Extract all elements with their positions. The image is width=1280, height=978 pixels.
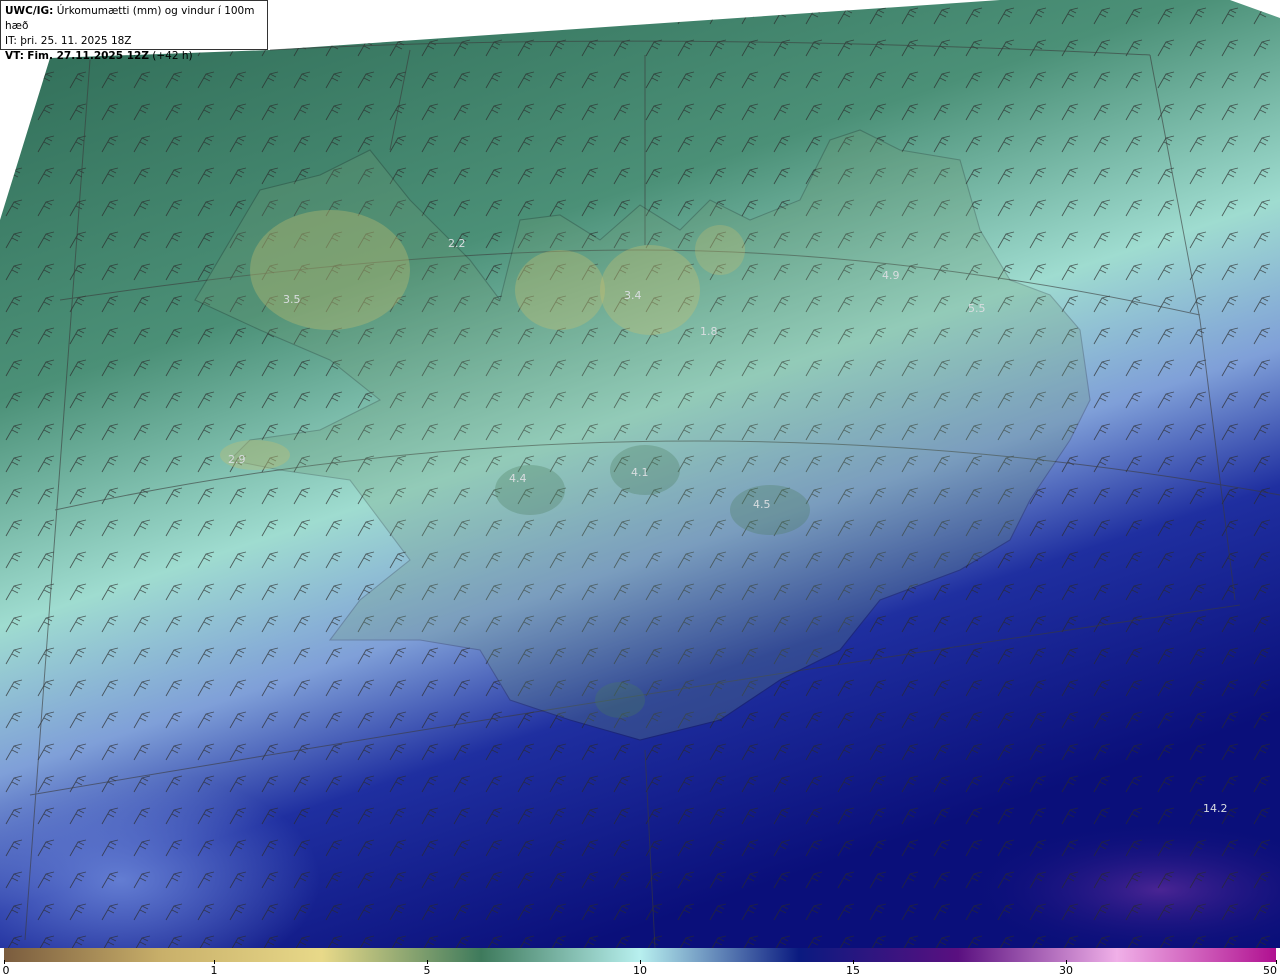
title-line: UWC/IG: Úrkomumætti (mm) og vindur í 100… <box>5 4 263 34</box>
valid-time-line: VT: Fim. 27.11.2025 12Z (+42 h) <box>5 49 263 64</box>
map-value-label: 3.4 <box>624 289 642 302</box>
legend-tick-label: 1 <box>210 964 218 977</box>
legend-tick-label: 0 <box>2 964 10 977</box>
initial-time: IT: þri. 25. 11. 2025 18Z <box>5 35 132 47</box>
map-header: UWC/IG: Úrkomumætti (mm) og vindur í 100… <box>0 0 268 62</box>
legend-tick-label: 15 <box>846 964 860 977</box>
valid-time-prefix: VT: <box>5 50 24 62</box>
legend-tick-label: 10 <box>633 964 647 977</box>
map-value-label: 3.5 <box>283 293 301 306</box>
map-value-label: 4.9 <box>882 269 900 282</box>
map-value-label: 4.4 <box>509 472 527 485</box>
map-value-label: 14.2 <box>1203 802 1228 815</box>
map-value-label: 2.2 <box>448 237 466 250</box>
valid-time: Fim. 27.11.2025 12Z <box>27 50 149 62</box>
map-value-label: 4.1 <box>631 466 649 479</box>
map-value-label: 4.5 <box>753 498 771 511</box>
map-value-label: 5.5 <box>968 302 986 315</box>
legend-tick-label: 5 <box>423 964 431 977</box>
product-code: UWC/IG: <box>5 5 54 17</box>
lead-time: (+42 h) <box>152 50 193 62</box>
map-value-label: 1.8 <box>700 325 718 338</box>
color-legend: 0 1 5 10 15 30 50 <box>0 948 1280 978</box>
precipitation-map: 3.5 2.2 3.4 1.8 4.9 5.5 2.9 4.4 4.1 4.5 … <box>0 0 1280 978</box>
legend-tick-label: 30 <box>1059 964 1073 977</box>
map-value-label: 2.9 <box>228 453 246 466</box>
legend-tick-label: 50 <box>1263 964 1277 977</box>
